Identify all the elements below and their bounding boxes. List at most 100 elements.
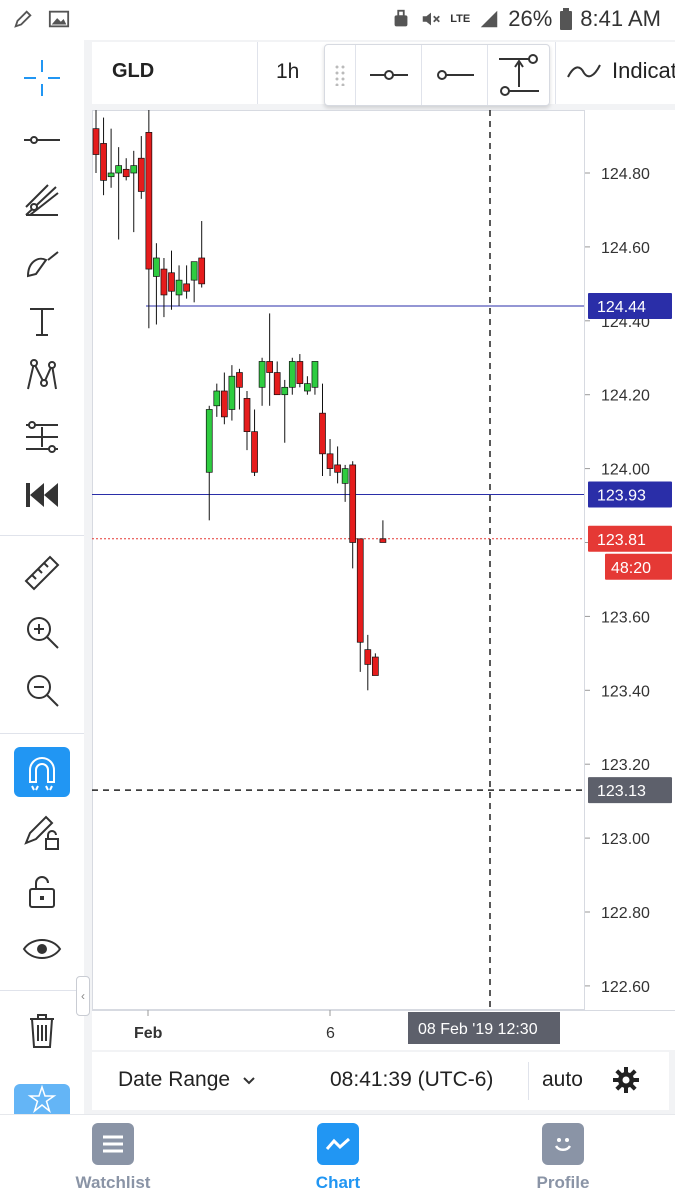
candle-down [364,649,372,665]
plot-frame [92,110,585,1010]
ray-icon [436,70,474,80]
candle-down [251,431,258,473]
eye-icon [22,939,62,959]
candle-up [205,409,213,473]
interval-button[interactable]: 1h [276,60,299,84]
list-icon [92,1123,134,1165]
price-tick-label: 124.00 [601,462,650,479]
nav-profile[interactable]: Profile [493,1123,633,1193]
drag-handle[interactable] [325,45,355,105]
candle-down [137,157,145,192]
battery-icon [560,8,573,30]
forecast-tool[interactable] [14,412,70,462]
gear-icon[interactable] [612,1066,640,1094]
pattern-icon [27,359,57,390]
candle-down [326,453,334,469]
toolbar-divider [0,733,84,734]
price-tick-label: 124.60 [601,240,650,257]
line-price-label-upper: 124.44 [597,299,646,316]
candle-down [266,361,273,373]
bar-countdown: 48:20 [611,560,651,577]
candle-up [107,172,115,178]
text-tool[interactable] [14,296,70,346]
price-tick-label: 123.00 [601,831,650,848]
signal-icon [480,10,498,28]
horizontal-ray-icon [369,70,408,80]
bottom-bar-divider [528,1062,529,1100]
mute-icon [423,12,441,26]
date-range-button[interactable]: Date Range [118,1068,256,1092]
toolbar-divider [257,42,258,104]
auto-scale-toggle[interactable]: auto [542,1068,583,1092]
magnet-mode-button[interactable] [14,747,70,797]
measure-tool[interactable] [14,548,70,598]
candle-up [190,261,198,281]
chevron-down-icon [243,1077,255,1085]
nav-watchlist-label: Watchlist [75,1173,151,1192]
star-icon [27,1084,57,1114]
horizontal-ray-button[interactable] [355,45,421,105]
candle-up [130,165,138,174]
pencil-notification-icon [14,10,32,28]
nav-watchlist[interactable]: Watchlist [43,1123,183,1193]
candle-down [319,412,326,455]
brush-tool[interactable] [14,237,70,287]
price-tick-label: 122.80 [601,905,650,922]
jump-to-start-button[interactable] [14,470,70,520]
timezone-clock[interactable]: 08:41:39 (UTC-6) [330,1068,493,1092]
crosshair-tool[interactable] [14,53,70,103]
chevron-left-icon: ‹ [81,989,85,1003]
pattern-tool[interactable] [14,352,70,402]
ray-button[interactable] [421,45,487,105]
candle-down [349,464,357,543]
nav-chart[interactable]: Chart [268,1123,408,1193]
collapse-toolbar-button[interactable]: ‹ [76,976,90,1016]
candle-up [311,361,319,388]
price-tick-label: 122.60 [601,979,650,996]
price-range-button[interactable] [487,45,549,105]
nav-chart-label: Chart [315,1173,361,1192]
price-tick-label: 123.40 [601,683,650,700]
lock-drawings-button[interactable] [14,806,70,856]
candle-down [92,128,100,155]
candle-down [296,361,304,384]
zoom-out-button[interactable] [14,665,70,715]
chart-icon [317,1123,359,1165]
trend-line-tool[interactable] [14,115,70,165]
remove-drawings-button[interactable] [14,1006,70,1056]
toolbar-divider [555,42,556,104]
chart-bottom-bar: Date Range 08:41:39 (UTC-6) auto [92,1052,669,1110]
favorites-button[interactable] [14,1084,70,1114]
text-icon [30,308,54,336]
line-price-label-lower: 123.93 [597,487,646,504]
candle-up [258,361,266,388]
bottom-navigation: Watchlist Chart Profile [0,1114,675,1200]
candle-up [175,279,183,296]
price-range-icon [498,54,539,96]
candle-down [356,538,364,643]
alarm-icon [394,9,408,27]
candle-up [153,257,160,277]
zoom-in-button[interactable] [14,607,70,657]
symbol-search-button[interactable]: GLD [112,60,154,83]
candle-up [115,165,122,174]
last-price-label: 123.81 [597,532,646,549]
trend-line-icon [24,136,60,144]
candle-down [145,132,153,270]
hide-drawings-button[interactable] [14,924,70,974]
candle-down [379,538,387,543]
status-bar: LTE 26% 8:41 AM [0,0,675,40]
candle-down [100,143,107,181]
lock-all-button[interactable] [14,866,70,916]
candle-down [243,398,251,432]
fib-tool[interactable] [14,176,70,226]
toolbar-divider [0,535,84,536]
candle-down [221,390,228,418]
chart-panel[interactable]: 124.80124.60124.40124.20124.00123.80123.… [92,110,675,1050]
indicators-button[interactable]: Indicators [566,58,675,84]
unlock-icon [29,876,55,908]
indicators-label: Indicators [612,58,675,83]
candle-up [341,468,349,484]
image-notification-icon [48,10,70,28]
price-chart[interactable]: 124.80124.60124.40124.20124.00123.80123.… [92,110,675,1050]
